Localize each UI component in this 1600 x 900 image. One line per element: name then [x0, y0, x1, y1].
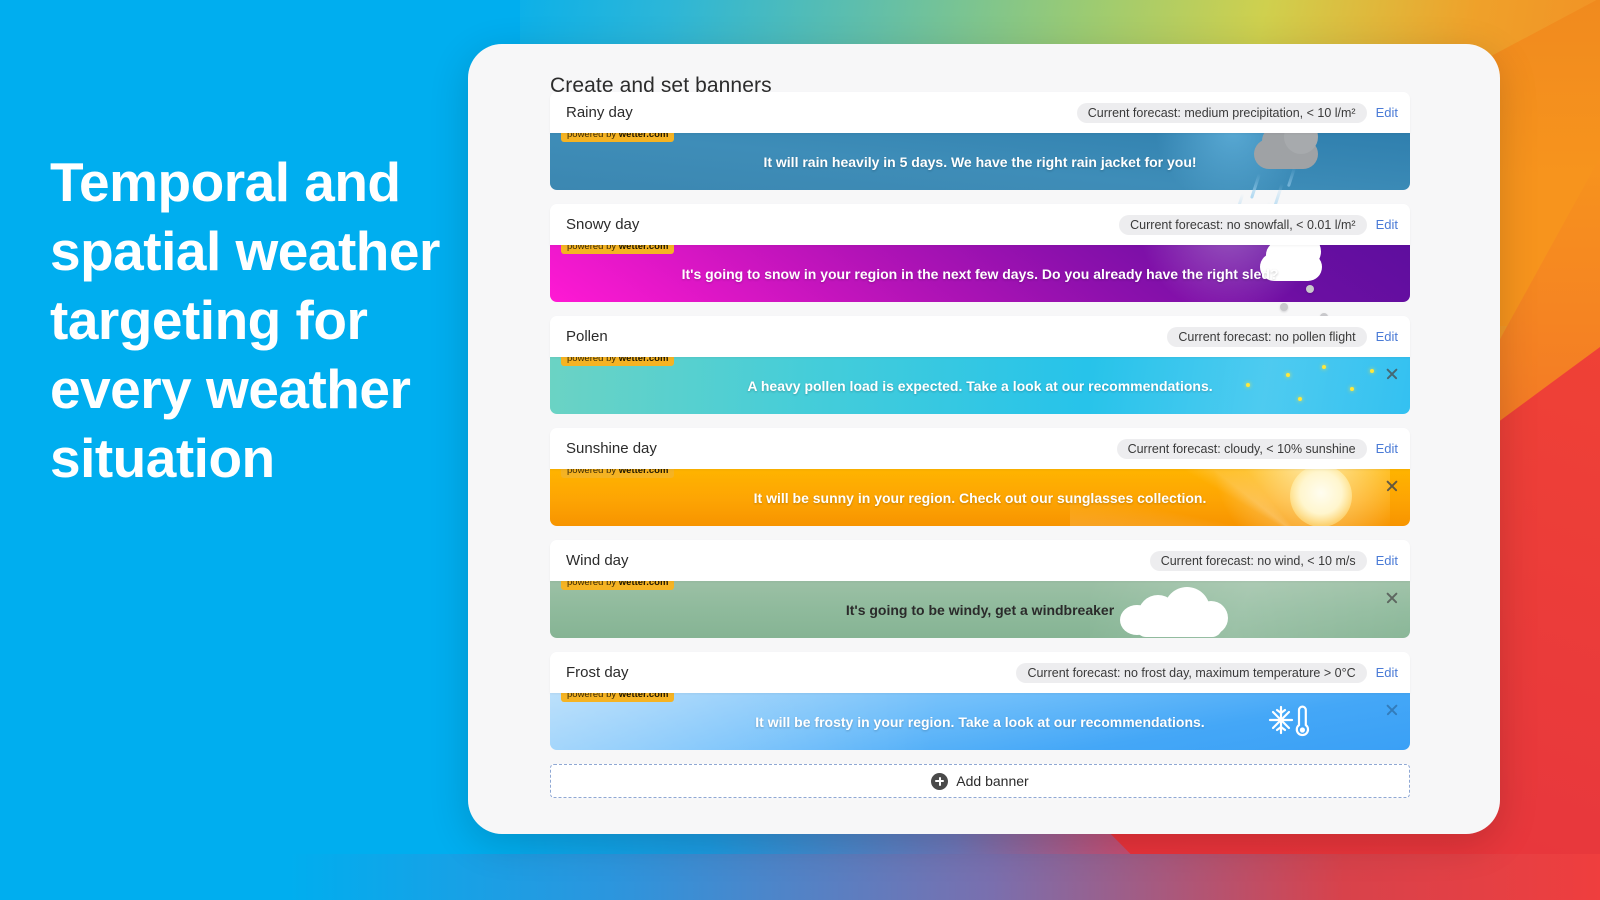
- banner-header: Pollen Current forecast: no pollen fligh…: [550, 316, 1410, 357]
- banner-item-frost-day: Frost day Current forecast: no frost day…: [550, 652, 1410, 750]
- pollen-icon: [1286, 373, 1290, 377]
- banner-preview[interactable]: powered by wetter.com It will be frosty …: [550, 687, 1410, 750]
- forecast-chip: Current forecast: medium precipitation, …: [1076, 102, 1367, 123]
- banner-header: Rainy day Current forecast: medium preci…: [550, 92, 1410, 133]
- banner-header-actions: Current forecast: no snowfall, < 0.01 l/…: [1119, 214, 1406, 235]
- forecast-chip: Current forecast: no pollen flight: [1167, 326, 1367, 347]
- banner-header: Sunshine day Current forecast: cloudy, <…: [550, 428, 1410, 469]
- banner-title: Frost day: [566, 664, 629, 681]
- banner-header: Wind day Current forecast: no wind, < 10…: [550, 540, 1410, 581]
- banner-title: Pollen: [566, 328, 608, 345]
- banner-preview[interactable]: powered by wetter.com A heavy pollen loa…: [550, 351, 1410, 414]
- banners-card: Create and set banners Rainy day Current…: [468, 44, 1500, 834]
- banner-message: It will rain heavily in 5 days. We have …: [763, 153, 1197, 170]
- forecast-chip: Current forecast: no frost day, maximum …: [1016, 662, 1367, 683]
- banner-preview[interactable]: powered by wetter.com It will be sunny i…: [550, 463, 1410, 526]
- banner-header-actions: Current forecast: no wind, < 10 m/s Edit: [1149, 550, 1406, 571]
- banner-item-wind-day: Wind day Current forecast: no wind, < 10…: [550, 540, 1410, 638]
- background-bottom-strip: [0, 854, 1600, 900]
- close-icon[interactable]: [1384, 702, 1400, 718]
- banner-item-snowy-day: Snowy day Current forecast: no snowfall,…: [550, 204, 1410, 339]
- edit-link[interactable]: Edit: [1376, 553, 1398, 568]
- banner-title: Rainy day: [566, 104, 633, 121]
- close-icon[interactable]: [1384, 366, 1400, 382]
- close-icon[interactable]: [1384, 478, 1400, 494]
- edit-link[interactable]: Edit: [1376, 665, 1398, 680]
- forecast-chip: Current forecast: cloudy, < 10% sunshine: [1116, 438, 1367, 459]
- banner-item-pollen: Pollen Current forecast: no pollen fligh…: [550, 316, 1410, 414]
- forecast-chip: Current forecast: no snowfall, < 0.01 l/…: [1119, 214, 1367, 235]
- banner-header-actions: Current forecast: no frost day, maximum …: [1016, 662, 1406, 683]
- banner-message: It will be sunny in your region. Check o…: [753, 489, 1207, 506]
- add-banner-button[interactable]: Add banner: [550, 764, 1410, 798]
- banner-title: Wind day: [566, 552, 629, 569]
- banner-preview[interactable]: powered by wetter.com It will rain heavi…: [550, 127, 1410, 227]
- banner-item-sunshine-day: Sunshine day Current forecast: cloudy, <…: [550, 428, 1410, 526]
- edit-link[interactable]: Edit: [1376, 441, 1398, 456]
- banner-title: Sunshine day: [566, 440, 657, 457]
- banner-title: Snowy day: [566, 216, 640, 233]
- banner-header-actions: Current forecast: no pollen flight Edit: [1167, 326, 1406, 347]
- forecast-chip: Current forecast: no wind, < 10 m/s: [1149, 550, 1367, 571]
- banner-message: A heavy pollen load is expected. Take a …: [747, 377, 1213, 394]
- banner-message: It will be frosty in your region. Take a…: [755, 713, 1205, 730]
- banner-preview[interactable]: powered by wetter.com It's going to be w…: [550, 575, 1410, 638]
- banner-header: Snowy day Current forecast: no snowfall,…: [550, 204, 1410, 245]
- banner-header: Frost day Current forecast: no frost day…: [550, 652, 1410, 693]
- banner-list: Rainy day Current forecast: medium preci…: [550, 92, 1410, 764]
- banner-preview[interactable]: powered by wetter.com It's going to snow…: [550, 239, 1410, 339]
- plus-circle-icon: [931, 772, 949, 790]
- banner-header-actions: Current forecast: cloudy, < 10% sunshine…: [1116, 438, 1406, 459]
- close-icon[interactable]: [1384, 590, 1400, 606]
- edit-link[interactable]: Edit: [1376, 105, 1398, 120]
- banner-header-actions: Current forecast: medium precipitation, …: [1076, 102, 1406, 123]
- edit-link[interactable]: Edit: [1376, 329, 1398, 344]
- banner-message: It's going to be windy, get a windbreake…: [845, 601, 1115, 618]
- page-headline: Temporal and spatial weather targeting f…: [50, 151, 440, 489]
- banner-message: It's going to snow in your region in the…: [681, 265, 1279, 282]
- edit-link[interactable]: Edit: [1376, 217, 1398, 232]
- banner-item-rainy-day: Rainy day Current forecast: medium preci…: [550, 92, 1410, 227]
- add-banner-label: Add banner: [956, 773, 1029, 789]
